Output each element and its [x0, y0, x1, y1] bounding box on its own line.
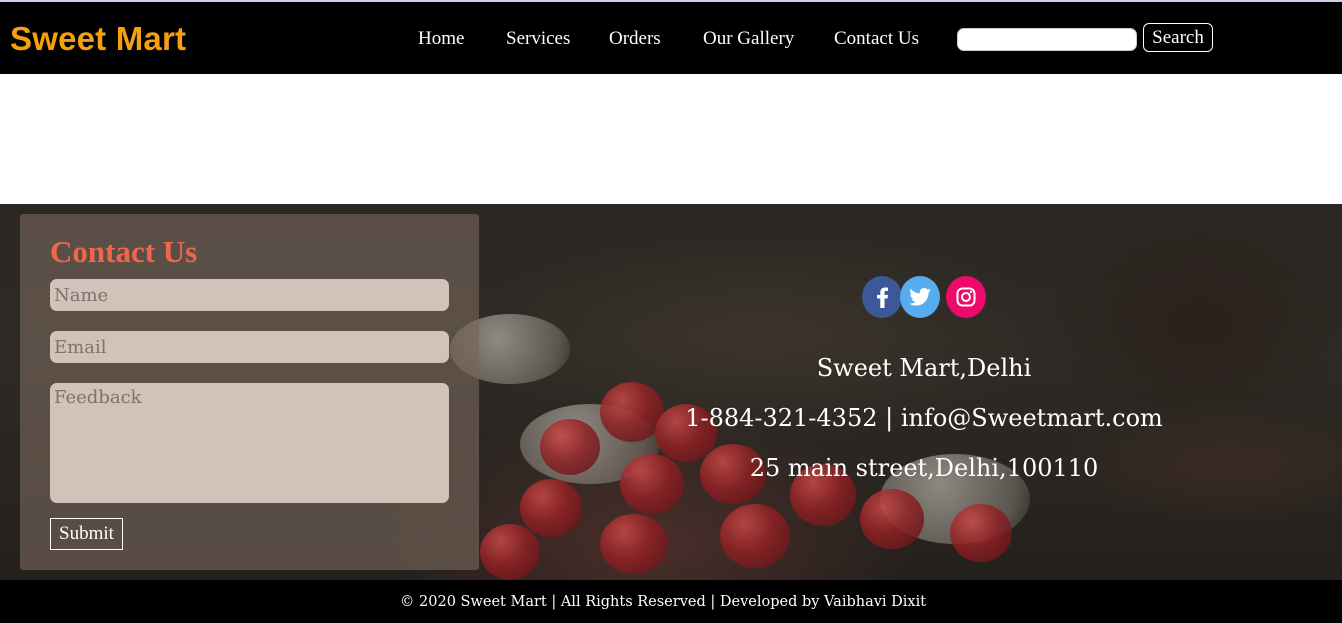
- twitter-link[interactable]: [900, 276, 940, 318]
- search-input[interactable]: [957, 28, 1137, 51]
- bottom-bar: © 2020 Sweet Mart | All Rights Reserved …: [0, 580, 1342, 623]
- bg-cherry: [600, 514, 668, 574]
- bg-cherry: [860, 489, 924, 549]
- contact-panel: Contact Us Submit: [20, 214, 479, 570]
- nav-our-gallery[interactable]: Our Gallery: [703, 28, 794, 50]
- store-contact: 1-884-321-4352 | info@Sweetmart.com: [685, 404, 1163, 432]
- nav-contact-us[interactable]: Contact Us: [834, 28, 919, 50]
- store-address: 25 main street,Delhi,100110: [749, 454, 1099, 482]
- site-header: Sweet Mart Home Services Orders Our Gall…: [0, 2, 1342, 74]
- instagram-link[interactable]: [946, 276, 986, 318]
- contact-title: Contact Us: [50, 234, 198, 269]
- submit-button[interactable]: Submit: [50, 518, 123, 550]
- instagram-icon: [956, 287, 976, 307]
- search-button[interactable]: Search: [1143, 23, 1213, 52]
- nav-orders[interactable]: Orders: [609, 28, 661, 50]
- nav-services[interactable]: Services: [506, 28, 570, 50]
- content-area: [0, 74, 1342, 204]
- name-field[interactable]: [50, 279, 449, 311]
- bg-cherry: [520, 479, 582, 537]
- bg-cherry: [950, 504, 1012, 562]
- twitter-icon: [909, 288, 931, 306]
- facebook-icon: [877, 287, 888, 308]
- brand-logo[interactable]: Sweet Mart: [10, 20, 186, 58]
- feedback-field[interactable]: [50, 383, 449, 503]
- store-name: Sweet Mart,Delhi: [816, 354, 1032, 382]
- facebook-link[interactable]: [862, 276, 902, 318]
- copyright-text: © 2020 Sweet Mart | All Rights Reserved …: [399, 594, 927, 610]
- nav-home[interactable]: Home: [418, 28, 464, 50]
- bg-cherry: [480, 524, 540, 580]
- bg-cherry: [720, 504, 790, 568]
- email-field[interactable]: [50, 331, 449, 363]
- footer-hero: Contact Us Submit Sweet Mart,Delhi 1-884…: [0, 204, 1342, 580]
